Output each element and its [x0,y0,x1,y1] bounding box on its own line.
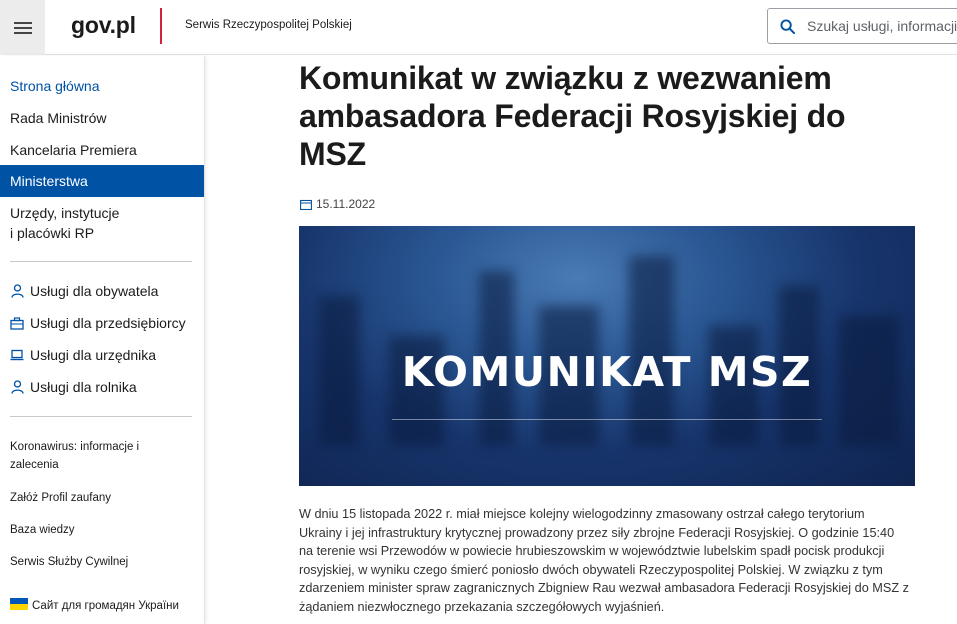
service-label: Usługi dla obywatela [30,283,159,299]
hero-image: KOMUNIKAT MSZ [299,226,915,486]
service-citizen[interactable]: Usługi dla obywatela [10,283,158,299]
sidebar: Strona główna Rada Ministrów Kancelaria … [0,56,205,624]
date-text: 15.11.2022 [316,197,376,211]
hero-divider [392,419,822,420]
service-clerk[interactable]: Usługi dla urzędnika [10,347,156,363]
briefcase-icon [10,316,24,330]
logo-divider [160,8,162,44]
service-label: Usługi dla rolnika [30,379,137,395]
ukraine-flag-icon [10,598,28,610]
search-input[interactable] [807,18,957,34]
link-civil-service[interactable]: Serwis Służby Cywilnej [10,553,190,571]
menu-toggle-button[interactable] [0,0,45,55]
link-ukraine[interactable]: Сайт для громадян України [10,597,190,615]
page-title: Komunikat w związku z wezwaniem ambasado… [299,60,846,172]
hamburger-icon [13,21,32,34]
search-box[interactable] [767,8,957,44]
site-subtitle: Serwis Rzeczypospolitej Polskiej [185,19,352,31]
link-ukraine-label: Сайт для громадян України [32,600,179,612]
service-label: Usługi dla przedsiębiorcy [30,315,186,331]
calendar-icon [300,199,312,210]
link-knowledge-base[interactable]: Baza wiedzy [10,521,190,539]
person-icon [10,284,24,298]
sidebar-divider [10,261,192,262]
link-coronavirus[interactable]: Koronawirus: informacje i zalecenia [10,438,150,474]
service-label: Usługi dla urzędnika [30,347,157,363]
service-farmer[interactable]: Usługi dla rolnika [10,379,137,395]
service-entrepreneur[interactable]: Usługi dla przedsiębiorcy [10,315,186,331]
sidebar-divider [10,416,192,417]
link-trusted-profile[interactable]: Załóż Profil zaufany [10,489,190,507]
nav-item-offices[interactable]: Urzędy, instytucje i placówki RP [0,203,130,243]
person-icon [10,380,24,394]
nav-item-council-of-ministers[interactable]: Rada Ministrów [0,108,204,128]
site-header: gov.pl Serwis Rzeczypospolitej Polskiej [0,0,957,55]
article-lead: W dniu 15 listopada 2022 r. miał miejsce… [299,507,909,614]
publication-date: 15.11.2022 [300,197,375,211]
hero-label: KOMUNIKAT MSZ [401,348,813,396]
gov-logo[interactable]: gov.pl [71,12,136,39]
nav-item-home[interactable]: Strona główna [0,76,204,96]
nav-item-ministries[interactable]: Ministerstwa [0,165,204,197]
nav-item-chancellery[interactable]: Kancelaria Premiera [0,140,204,160]
search-icon[interactable] [780,18,795,34]
laptop-icon [10,348,24,362]
